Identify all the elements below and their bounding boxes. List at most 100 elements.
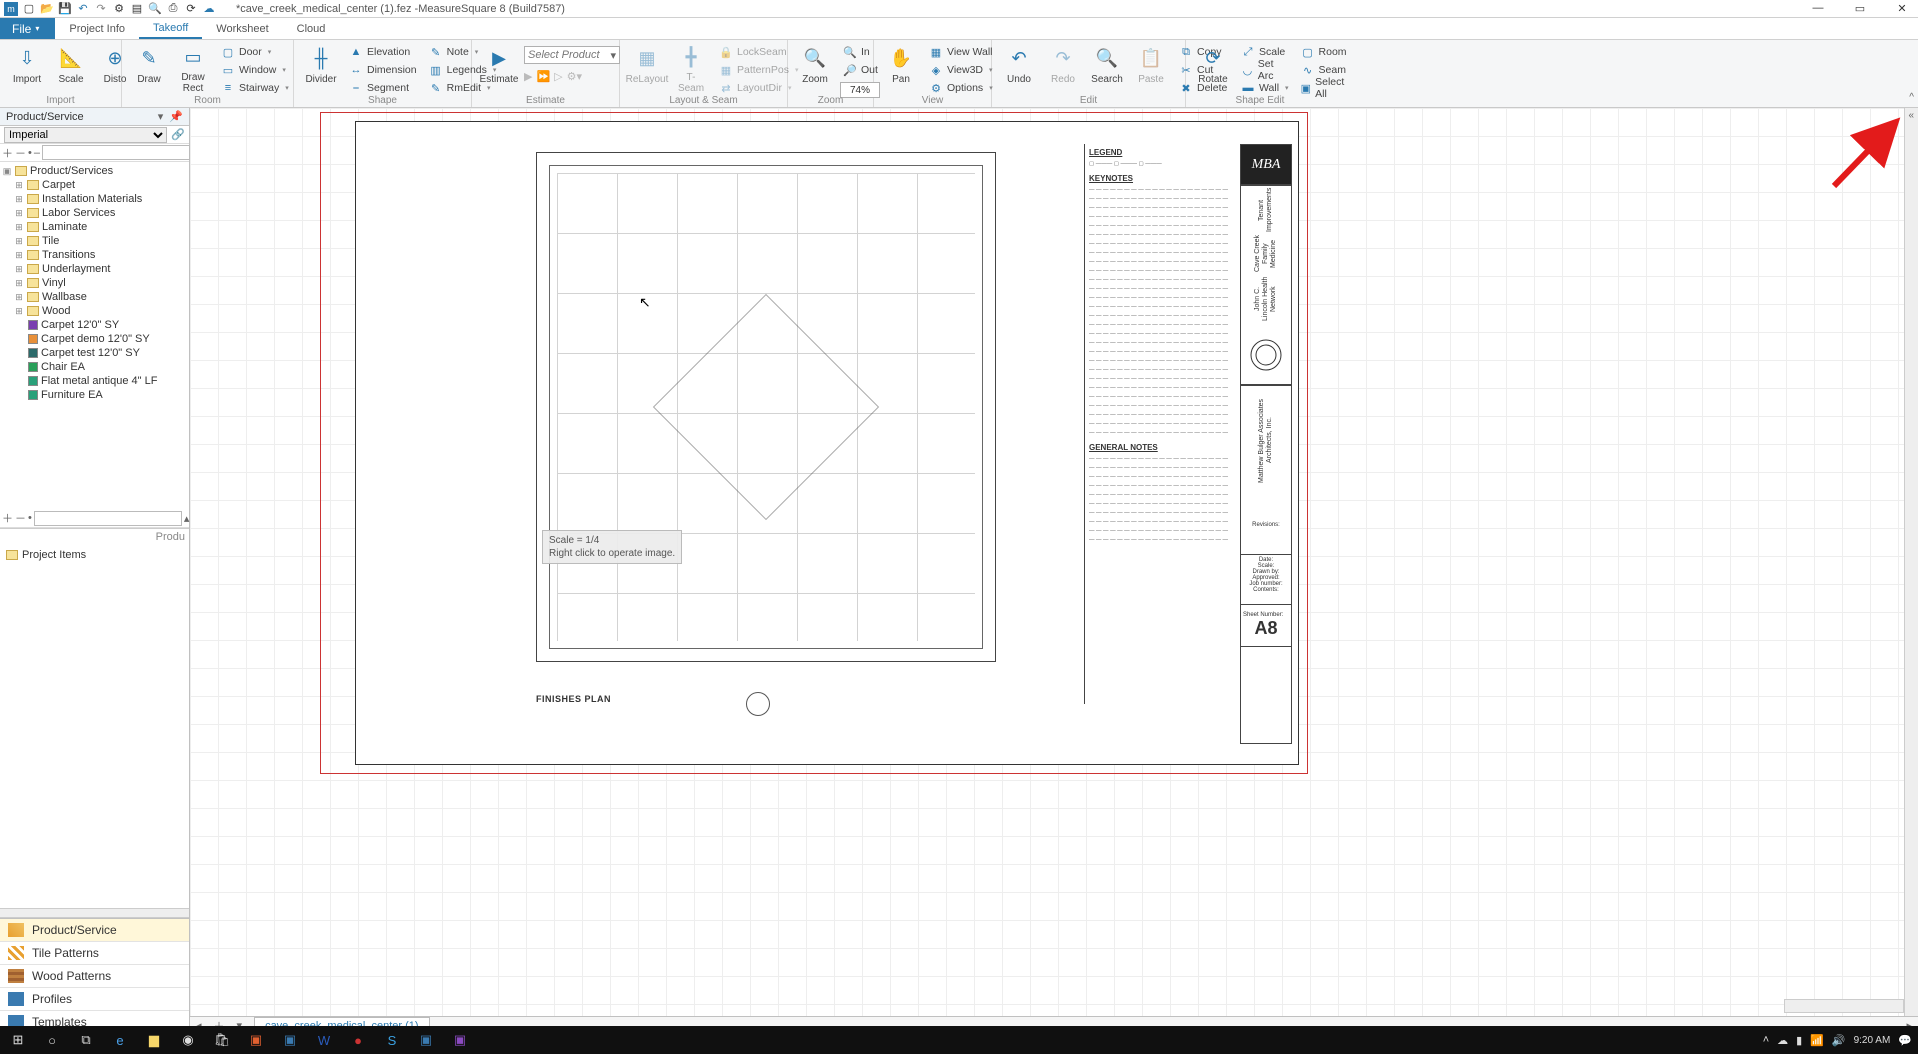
taskbar-app1-icon[interactable]: ▣ — [244, 1030, 268, 1050]
viewwall-button[interactable]: ▦View Wall — [926, 44, 996, 60]
qat-open-icon[interactable]: 📂 — [40, 2, 54, 16]
stacktab-tile[interactable]: Tile Patterns — [0, 942, 189, 965]
tray-clock[interactable]: 9:20 AM — [1854, 1035, 1891, 1046]
cortana-icon[interactable]: ○ — [40, 1030, 64, 1050]
tray-wifi-icon[interactable]: 📶 — [1810, 1034, 1824, 1047]
tab-worksheet[interactable]: Worksheet — [202, 18, 282, 39]
tree-remove-icon[interactable]: － — [15, 145, 26, 161]
items-dot-icon[interactable]: • — [28, 512, 32, 524]
qat-search-icon[interactable]: 🔍 — [148, 2, 162, 16]
items-filter-input[interactable] — [34, 511, 182, 526]
divider-button[interactable]: ╫Divider — [300, 42, 342, 96]
file-tab[interactable]: File — [0, 18, 55, 39]
unit-link-icon[interactable]: 🔗 — [171, 128, 185, 141]
est-single-icon[interactable]: ▷ — [554, 70, 562, 83]
draw-rect-button[interactable]: ▭Draw Rect — [172, 42, 214, 96]
start-button[interactable]: ⊞ — [6, 1030, 30, 1050]
dimension-button[interactable]: ↔Dimension — [346, 62, 420, 78]
qat-settings-icon[interactable]: ⚙ — [112, 2, 126, 16]
view3d-button[interactable]: ◈View3D — [926, 62, 996, 78]
wall-button[interactable]: ▬Wall — [1238, 80, 1292, 96]
items-remove-icon[interactable]: － — [15, 510, 26, 526]
pan-button[interactable]: ✋Pan — [880, 42, 922, 96]
panel-scrollbar[interactable] — [0, 908, 189, 918]
select-product-dropdown[interactable]: Select Product▾ — [524, 46, 620, 64]
stairway-button[interactable]: ≡Stairway — [218, 80, 292, 96]
taskbar-edge-icon[interactable]: e — [108, 1030, 132, 1050]
windows-taskbar[interactable]: ⊞ ○ ⧉ e ▆ ◉ 🛍 ▣ ▣ W ● S ▣ ▣ ˄ ☁ ▮ 📶 🔊 9:… — [0, 1026, 1918, 1054]
minimize-button[interactable]: — — [1806, 2, 1830, 15]
stacktab-product[interactable]: Product/Service — [0, 919, 189, 942]
items-add-icon[interactable]: ＋ — [2, 510, 13, 526]
search-button[interactable]: 🔍Search — [1086, 42, 1128, 96]
qat-cloud-icon[interactable]: ☁ — [202, 2, 216, 16]
qat-save-icon[interactable]: 💾 — [58, 2, 72, 16]
right-panel-expand-icon[interactable]: « — [1908, 110, 1914, 121]
taskbar-chrome-icon[interactable]: ◉ — [176, 1030, 200, 1050]
tree-dash-icon[interactable]: – — [34, 147, 40, 159]
options-button[interactable]: ⚙Options — [926, 80, 996, 96]
tray-notifications-icon[interactable]: 💬 — [1898, 1034, 1912, 1047]
taskview-icon[interactable]: ⧉ — [74, 1030, 98, 1050]
tree-filter-input[interactable] — [42, 145, 190, 160]
tray-cloud-icon[interactable]: ☁ — [1777, 1034, 1788, 1047]
segment-button[interactable]: ⎯Segment — [346, 80, 420, 96]
undo-button[interactable]: ↶Undo — [998, 42, 1040, 96]
import-button[interactable]: ⇩Import — [6, 42, 48, 96]
taskbar-explorer-icon[interactable]: ▆ — [142, 1030, 166, 1050]
tree-add-icon[interactable]: ＋ — [2, 145, 13, 161]
door-button[interactable]: ▢Door — [218, 44, 292, 60]
qat-new-icon[interactable]: ▢ — [22, 2, 36, 16]
tray-volume-icon[interactable]: 🔊 — [1832, 1034, 1846, 1047]
relayout-button[interactable]: ▦ReLayout — [626, 42, 668, 96]
tab-takeoff[interactable]: Takeoff — [139, 18, 202, 39]
setarc-button[interactable]: ◡Set Arc — [1238, 62, 1292, 78]
selectall-button[interactable]: ▣Select All — [1298, 80, 1351, 96]
tab-project-info[interactable]: Project Info — [55, 18, 139, 39]
taskbar-skype-icon[interactable]: S — [380, 1030, 404, 1050]
items-up-icon[interactable]: ▴ — [184, 512, 190, 525]
rotate-button[interactable]: ⟳Rotate — [1192, 42, 1234, 96]
taskbar-app2-icon[interactable]: ▣ — [278, 1030, 302, 1050]
qat-doc-icon[interactable]: ▤ — [130, 2, 144, 16]
scale-button[interactable]: 📐Scale — [50, 42, 92, 96]
taskbar-word-icon[interactable]: W — [312, 1030, 336, 1050]
zoom-button[interactable]: 🔍Zoom — [794, 42, 836, 96]
draw-button[interactable]: ✎Draw — [128, 42, 170, 96]
paste-button[interactable]: 📋Paste — [1130, 42, 1172, 96]
qat-print-icon[interactable]: ⎙ — [166, 2, 180, 16]
taskbar-app3-icon[interactable]: ● — [346, 1030, 370, 1050]
taskbar-app4-icon[interactable]: ▣ — [414, 1030, 438, 1050]
tseam-button[interactable]: ╋T-Seam — [670, 42, 712, 96]
est-ff-icon[interactable]: ⏩ — [536, 70, 550, 83]
est-play-icon[interactable]: ▶ — [524, 70, 532, 83]
tab-cloud[interactable]: Cloud — [283, 18, 340, 39]
maximize-button[interactable]: ▭ — [1848, 2, 1872, 15]
stacktab-profiles[interactable]: Profiles — [0, 988, 189, 1011]
taskbar-app5-icon[interactable]: ▣ — [448, 1030, 472, 1050]
tree-dot-icon[interactable]: • — [28, 147, 32, 159]
stacktab-wood[interactable]: Wood Patterns — [0, 965, 189, 988]
window-button[interactable]: ▭Window — [218, 62, 292, 78]
qat-refresh-icon[interactable]: ⟳ — [184, 2, 198, 16]
elevation-button[interactable]: ▲Elevation — [346, 44, 420, 60]
est-gear-icon[interactable]: ⚙▾ — [567, 70, 582, 83]
panel-pin-icon[interactable]: 📌 — [169, 110, 183, 123]
qat-undo-icon[interactable]: ↶ — [76, 2, 90, 16]
tray-battery-icon[interactable]: ▮ — [1796, 1034, 1802, 1047]
tray-up-icon[interactable]: ˄ — [1763, 1034, 1769, 1046]
ribbon-collapse-icon[interactable]: ^ — [1909, 92, 1914, 103]
panel-float-icon[interactable]: ▾ — [158, 110, 164, 123]
project-items-node[interactable]: Project Items — [22, 549, 86, 561]
unit-select[interactable]: Imperial — [4, 127, 167, 143]
room2-button[interactable]: ▢Room — [1298, 44, 1351, 60]
drawing-canvas[interactable]: FINISHES PLAN LEGEND ▢ ——— ▢ ——— ▢ ——— K… — [190, 108, 1918, 1034]
qat-redo-icon[interactable]: ↷ — [94, 2, 108, 16]
estimate-button[interactable]: ▶Estimate — [478, 42, 520, 96]
horizontal-scrollbar[interactable] — [1784, 999, 1904, 1013]
vertical-scrollbar[interactable] — [1904, 108, 1918, 1016]
taskbar-store-icon[interactable]: 🛍 — [210, 1030, 234, 1050]
product-tree[interactable]: ▣Product/Services ⊞Carpet ⊞Installation … — [0, 162, 189, 510]
close-button[interactable]: ✕ — [1890, 2, 1914, 15]
redo-button[interactable]: ↷Redo — [1042, 42, 1084, 96]
